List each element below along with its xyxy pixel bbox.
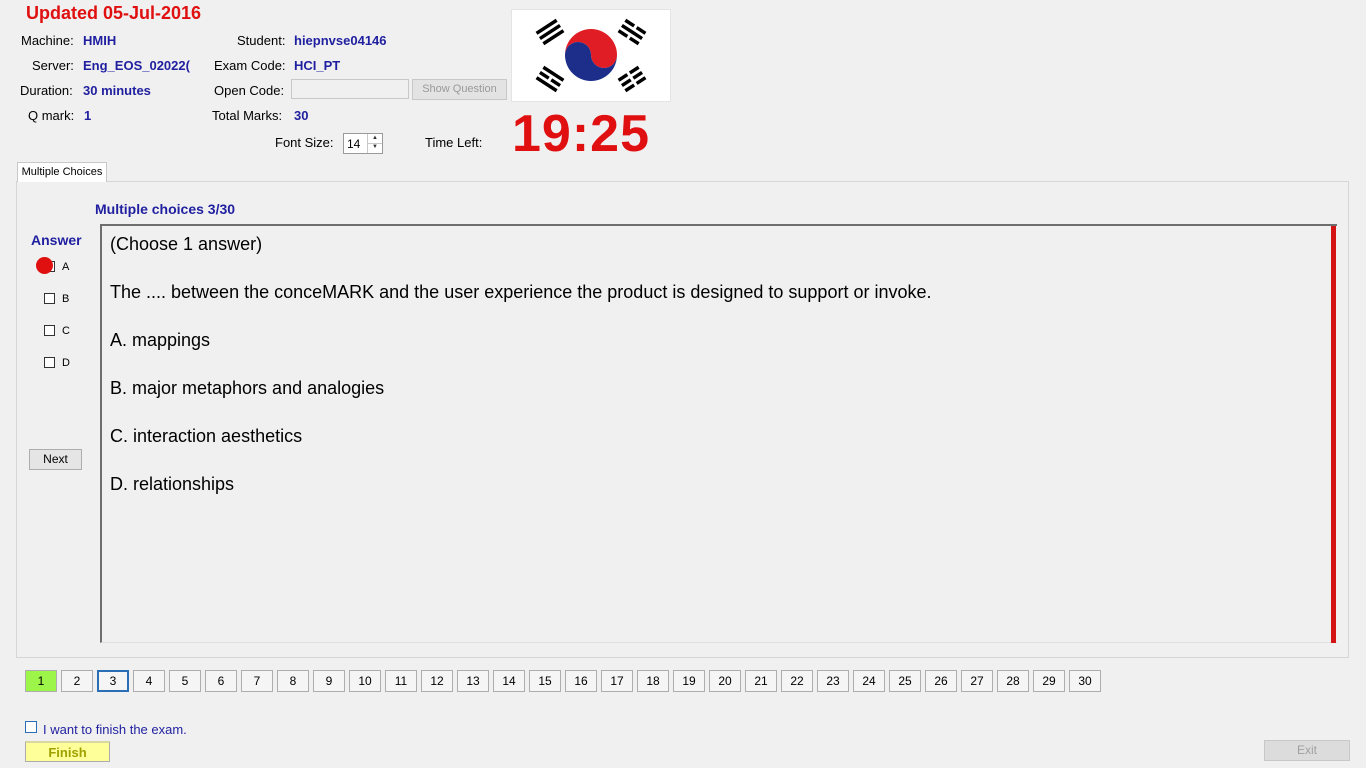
question-nav-button[interactable]: 27 bbox=[961, 670, 993, 692]
option-text-b: B. major metaphors and analogies bbox=[110, 378, 385, 398]
answer-title: Answer bbox=[31, 232, 82, 248]
total-marks-value: 30 bbox=[294, 108, 309, 123]
question-nav-button[interactable]: 9 bbox=[313, 670, 345, 692]
server-value: Eng_EOS_02022( bbox=[83, 58, 190, 73]
question-nav-button[interactable]: 18 bbox=[637, 670, 669, 692]
question-nav-button[interactable]: 29 bbox=[1033, 670, 1065, 692]
font-size-label: Font Size: bbox=[275, 135, 334, 150]
question-nav-button[interactable]: 26 bbox=[925, 670, 957, 692]
question-nav-button[interactable]: 3 bbox=[97, 670, 129, 692]
duration-label: Duration: bbox=[20, 83, 73, 98]
question-nav-button[interactable]: 20 bbox=[709, 670, 741, 692]
tab-multiple-choices[interactable]: Multiple Choices bbox=[17, 162, 107, 182]
qmark-label: Q mark: bbox=[28, 108, 75, 123]
question-nav-button[interactable]: 15 bbox=[529, 670, 561, 692]
question-nav-button[interactable]: 11 bbox=[385, 670, 417, 692]
font-size-value: 14 bbox=[347, 137, 361, 151]
question-instruction: (Choose 1 answer) bbox=[110, 234, 263, 254]
question-nav-button[interactable]: 21 bbox=[745, 670, 777, 692]
updated-date: Updated 05-Jul-2016 bbox=[26, 3, 202, 23]
option-text-c: C. interaction aesthetics bbox=[110, 426, 303, 446]
next-button[interactable]: Next bbox=[29, 449, 82, 470]
selected-mark-icon bbox=[36, 257, 53, 274]
question-nav-button[interactable]: 14 bbox=[493, 670, 525, 692]
question-text-area[interactable]: (Choose 1 answer) The .... between the c… bbox=[100, 224, 1337, 643]
server-label: Server: bbox=[32, 58, 74, 73]
exam-code-label: Exam Code: bbox=[214, 58, 286, 73]
qmark-value: 1 bbox=[84, 108, 92, 123]
answer-checkbox-c[interactable] bbox=[44, 325, 55, 336]
duration-value: 30 minutes bbox=[83, 83, 151, 98]
question-stem: The .... between the conceMARK and the u… bbox=[110, 282, 932, 302]
scroll-indicator-bar bbox=[1331, 226, 1336, 643]
question-nav-button[interactable]: 28 bbox=[997, 670, 1029, 692]
question-nav-button[interactable]: 8 bbox=[277, 670, 309, 692]
answer-checkbox-b[interactable] bbox=[44, 293, 55, 304]
option-text-d: D. relationships bbox=[110, 474, 235, 494]
question-nav-button[interactable]: 17 bbox=[601, 670, 633, 692]
question-nav-button[interactable]: 1 bbox=[25, 670, 57, 692]
open-code-label: Open Code: bbox=[214, 83, 285, 98]
question-nav-button[interactable]: 12 bbox=[421, 670, 453, 692]
question-nav-button[interactable]: 23 bbox=[817, 670, 849, 692]
decrease-icon[interactable]: ▼ bbox=[368, 143, 382, 152]
option-text-a: A. mappings bbox=[110, 330, 211, 350]
finish-exam-checkbox[interactable] bbox=[25, 721, 37, 733]
question-counter: Multiple choices 3/30 bbox=[95, 201, 236, 217]
total-marks-label: Total Marks: bbox=[212, 108, 283, 123]
answer-label-c: C bbox=[62, 325, 70, 337]
question-nav-button[interactable]: 30 bbox=[1069, 670, 1101, 692]
show-question-button[interactable]: Show Question bbox=[412, 79, 507, 100]
font-size-stepper[interactable]: 14 ▲ ▼ bbox=[343, 133, 383, 154]
answer-label-b: B bbox=[62, 293, 70, 305]
question-nav-button[interactable]: 19 bbox=[673, 670, 705, 692]
finish-exam-label[interactable]: I want to finish the exam. bbox=[43, 722, 187, 737]
question-nav-button[interactable]: 22 bbox=[781, 670, 813, 692]
machine-label: Machine: bbox=[21, 33, 74, 48]
question-nav-button[interactable]: 13 bbox=[457, 670, 489, 692]
question-nav-button[interactable]: 5 bbox=[169, 670, 201, 692]
countdown-timer: 19:25 bbox=[512, 105, 650, 163]
question-nav-button[interactable]: 25 bbox=[889, 670, 921, 692]
answer-label-d: D bbox=[62, 357, 70, 369]
exam-code-value: HCI_PT bbox=[294, 58, 341, 73]
question-nav-button[interactable]: 24 bbox=[853, 670, 885, 692]
machine-value: HMIH bbox=[83, 33, 117, 48]
finish-button[interactable]: Finish bbox=[25, 741, 110, 762]
question-nav-button[interactable]: 16 bbox=[565, 670, 597, 692]
question-nav-button[interactable]: 2 bbox=[61, 670, 93, 692]
student-value: hiepnvse04146 bbox=[294, 33, 387, 48]
student-label: Student: bbox=[237, 33, 286, 48]
answer-checkbox-d[interactable] bbox=[44, 357, 55, 368]
question-nav-button[interactable]: 4 bbox=[133, 670, 165, 692]
question-nav-button[interactable]: 7 bbox=[241, 670, 273, 692]
answer-label-a: A bbox=[62, 261, 70, 273]
open-code-input[interactable] bbox=[291, 79, 409, 99]
question-nav-button[interactable]: 6 bbox=[205, 670, 237, 692]
question-navigator: 1 2 3 4 5 6 7 8 9 10 11 12 13 14 15 16 17 18 19 20 21 22 23 24 2… bbox=[25, 670, 1105, 692]
exit-button[interactable]: Exit bbox=[1264, 740, 1350, 761]
time-left-label: Time Left: bbox=[425, 135, 483, 150]
question-nav-button[interactable]: 10 bbox=[349, 670, 381, 692]
korea-flag-icon bbox=[511, 9, 671, 102]
